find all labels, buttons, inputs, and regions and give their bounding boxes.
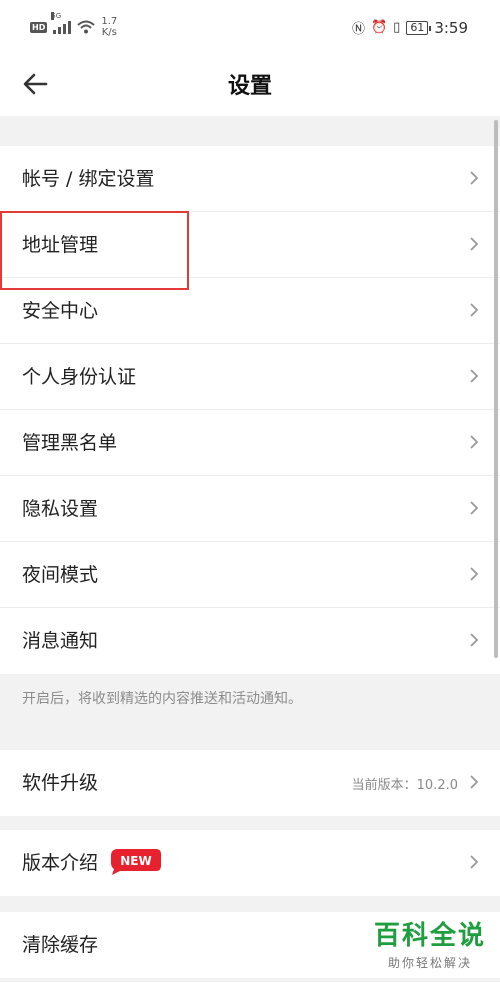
chevron-right-icon [470,171,479,185]
watermark-title: 百科全说 [373,921,486,951]
settings-item-blacklist[interactable]: 管理黑名单 [0,410,500,476]
settings-item-software-update[interactable]: 软件升级 当前版本：10.2.0 [0,750,500,816]
nav-bar: 设置 [0,56,500,116]
chevron-right-icon [470,303,479,317]
settings-item-account-binding[interactable]: 帐号 / 绑定设置 [0,146,500,212]
settings-group-main: 帐号 / 绑定设置 地址管理 安全中心 个人身份认证 管理黑名单 隐私设置 夜间… [0,146,500,674]
nfc-icon: Ⓝ [351,22,365,37]
chevron-right-icon [470,501,479,515]
settings-group-intro: 版本介绍 NEW [0,830,500,896]
settings-item-label: 消息通知 [22,630,99,652]
notification-hint: 开启后，将收到精选的内容推送和活动通知。 [22,691,302,707]
settings-item-label: 隐私设置 [22,498,99,520]
settings-item-address[interactable]: 地址管理 [0,212,500,278]
hd-icon: HD [30,21,48,33]
chevron-right-icon [470,369,479,383]
new-badge-text: NEW [120,854,151,868]
new-badge: NEW [111,849,161,875]
speed-value: 1.7 [101,16,118,27]
settings-item-label: 地址管理 [22,234,99,256]
settings-item-label: 管理黑名单 [22,432,118,454]
chevron-right-icon [470,567,479,581]
chevron-right-icon [470,435,479,449]
clock: 3:59 [434,18,468,37]
vibrate-icon: ▯ [393,20,401,35]
current-version: 当前版本：10.2.0 [351,778,458,793]
watermark-logo: 百科全说 助你轻松解决 [374,920,486,971]
chevron-right-icon [470,237,479,251]
wifi-icon [77,20,96,34]
settings-item-label: 软件升级 [22,772,99,794]
page-title: 设置 [227,74,272,99]
settings-item-notifications[interactable]: 消息通知 [0,608,500,674]
watermark-subtitle: 助你轻松解决 [387,956,472,970]
settings-item-privacy[interactable]: 隐私设置 [0,476,500,542]
status-bar: HD 5G 1.7 K/s Ⓝ ⏰ ▯ 61 3:59 [0,0,500,56]
chevron-right-icon [470,775,479,789]
scrollbar[interactable] [494,120,498,658]
settings-item-label: 安全中心 [22,300,99,322]
settings-item-security-center[interactable]: 安全中心 [0,278,500,344]
signal-label: 5G [51,12,62,20]
settings-group-update: 软件升级 当前版本：10.2.0 [0,750,500,816]
settings-item-label: 个人身份认证 [22,366,137,388]
battery-icon: 61 [406,20,432,35]
network-speed: 1.7 K/s [101,16,117,38]
speed-unit: K/s [101,27,117,38]
settings-item-label: 版本介绍 [22,852,99,874]
status-right: Ⓝ ⏰ ▯ 61 3:59 [351,18,468,38]
settings-item-identity-verification[interactable]: 个人身份认证 [0,344,500,410]
settings-item-label: 帐号 / 绑定设置 [22,168,155,190]
alarm-icon: ⏰ [370,20,388,35]
status-left: HD 5G 1.7 K/s [30,12,117,38]
chevron-right-icon [470,633,479,647]
settings-item-version-intro[interactable]: 版本介绍 NEW [0,830,500,896]
chevron-right-icon [470,855,479,869]
signal-icon: 5G [51,12,72,34]
settings-item-night-mode[interactable]: 夜间模式 [0,542,500,608]
settings-item-label: 清除缓存 [22,934,99,956]
settings-item-label: 夜间模式 [22,564,99,586]
